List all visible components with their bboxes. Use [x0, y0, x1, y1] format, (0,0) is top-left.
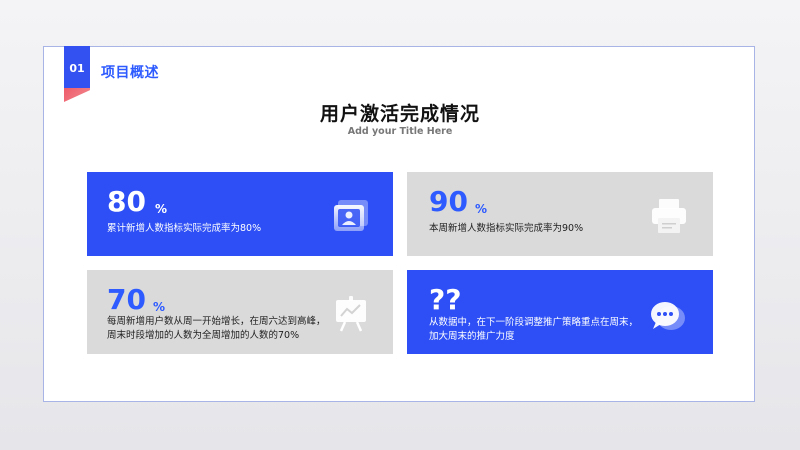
- stat-description: 本周新增人数指标实际完成率为90%: [429, 223, 584, 234]
- stat-card-cumulative: 80 % 累计新增人数指标实际完成率为80%: [87, 172, 393, 256]
- id-card-icon: [331, 196, 371, 236]
- stat-value: 70: [107, 283, 146, 316]
- stat-value: 80: [107, 185, 146, 218]
- stat-unit: %: [475, 202, 488, 216]
- stat-description: 从数据中，在下一阶段调整推广策略重点在周末， 加大周末的推广力度: [429, 316, 669, 344]
- page-subtitle: Add your Title Here: [347, 126, 453, 137]
- stat-unit: %: [155, 202, 168, 216]
- section-tab: 01: [64, 46, 90, 102]
- stat-value: 90: [429, 185, 468, 218]
- stat-description: 每周新增用户数从周一开始增长，在周六达到高峰， 周末时段增加的人数为全周增加的人…: [107, 315, 357, 343]
- printer-icon: [649, 196, 689, 236]
- chat-bubble-icon: [647, 296, 687, 336]
- stat-description: 累计新增人数指标实际完成率为80%: [107, 223, 262, 234]
- stat-card-weekend: 70 % 每周新增用户数从周一开始增长，在周六达到高峰， 周末时段增加的人数为全…: [87, 270, 393, 354]
- section-number: 01: [69, 62, 85, 75]
- stat-description-line: 每周新增用户数从周一开始增长，在周六达到高峰，: [107, 316, 326, 327]
- stat-card-weekly: 90 % 本周新增人数指标实际完成率为90%: [407, 172, 713, 256]
- stat-description-line: 加大周末的推广力度: [429, 331, 515, 342]
- stat-description-line: 周末时段增加的人数为全周增加的人数的70%: [107, 330, 300, 341]
- stat-description-line: 从数据中，在下一阶段调整推广策略重点在周末，: [429, 317, 639, 328]
- stat-unit: %: [153, 300, 166, 314]
- page-title: 用户激活完成情况: [319, 103, 480, 125]
- stat-card-strategy: ?? 从数据中，在下一阶段调整推广策略重点在周末， 加大周末的推广力度: [407, 270, 713, 354]
- stat-value: ??: [429, 283, 462, 316]
- chart-board-icon: [331, 294, 371, 334]
- section-title: 项目概述: [101, 65, 159, 81]
